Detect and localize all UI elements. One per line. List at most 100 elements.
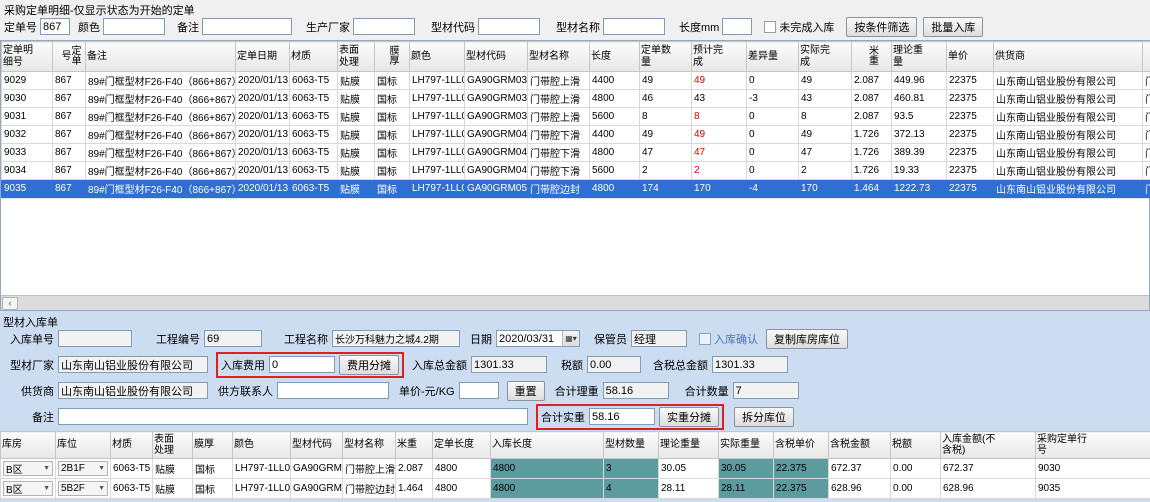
order-row[interactable]: 902986789#门框型材F26-F40（866+867）2020/01/13… (2, 72, 1150, 90)
col-header-1[interactable]: 库位 (56, 432, 111, 459)
inbound-row[interactable]: B区▼2B1F▼6063-T5贴膜国标LH797-1LL0GA90GRM03门带… (1, 459, 1150, 479)
inbound-cell[interactable]: 28.11 (719, 479, 774, 499)
length-filter-input[interactable] (722, 18, 752, 35)
col-header-14[interactable]: 实际完 成 (799, 42, 852, 72)
supplier-contact-input[interactable] (277, 382, 389, 399)
col-header-18[interactable]: 供货商 (994, 42, 1143, 72)
order-row[interactable]: 903586789#门框型材F26-F40（866+867）2020/01/13… (2, 180, 1150, 198)
order-row[interactable]: 903386789#门框型材F26-F40（866+867）2020/01/13… (2, 144, 1150, 162)
profile-name-filter-input[interactable] (603, 18, 665, 35)
col-header-11[interactable]: 型材数量 (604, 432, 659, 459)
col-header-18[interactable]: 采购定单行 号 (1036, 432, 1150, 459)
order-row[interactable]: 903086789#门框型材F26-F40（866+867）2020/01/13… (2, 90, 1150, 108)
inbound-confirm-checkbox[interactable] (699, 333, 711, 345)
col-header-10[interactable]: 入库长度 (491, 432, 604, 459)
total-with-tax-input[interactable] (712, 356, 788, 373)
order-row[interactable]: 903186789#门框型材F26-F40（866+867）2020/01/13… (2, 108, 1150, 126)
calendar-dropdown-icon[interactable]: ▦▾ (562, 331, 579, 346)
inbound-cell[interactable]: 4800 (491, 459, 604, 479)
total-theory-weight-input[interactable] (603, 382, 669, 399)
col-header-9[interactable]: 定单长度 (433, 432, 491, 459)
col-header-11[interactable]: 定单数 量 (640, 42, 692, 72)
date-picker[interactable]: ▦▾ (496, 330, 580, 347)
col-header-14[interactable]: 含税单价 (774, 432, 829, 459)
inbound-fee-input[interactable] (269, 356, 335, 373)
col-header-12[interactable]: 预计完 成 (692, 42, 747, 72)
col-header-2[interactable]: 备注 (86, 42, 236, 72)
col-header-6[interactable]: 膜厚 (375, 42, 410, 72)
profile-code-filter-input[interactable] (478, 18, 540, 35)
total-amount-input[interactable] (471, 356, 547, 373)
col-header-16[interactable]: 税额 (891, 432, 941, 459)
col-header-13[interactable]: 实际重量 (719, 432, 774, 459)
col-header-17[interactable]: 单价 (947, 42, 994, 72)
inbound-cell[interactable]: 3 (604, 459, 659, 479)
col-header-5[interactable]: 颜色 (233, 432, 291, 459)
inbound-cell[interactable]: 22.375 (774, 459, 829, 479)
keeper-input[interactable] (631, 330, 687, 347)
material-factory-input[interactable] (58, 356, 208, 373)
project-name-input[interactable] (332, 330, 460, 347)
col-header-10[interactable]: 长度 (590, 42, 640, 72)
col-header-0[interactable]: 定单明 细号 (2, 42, 53, 72)
order-detail-grid-container: 定单明 细号定单号备注定单日期材质表面 处理膜厚颜色型材代码型材名称长度定单数 … (0, 40, 1150, 311)
col-header-15[interactable]: 米重 (852, 42, 892, 72)
fee-allocate-button[interactable]: 费用分摊 (339, 355, 399, 375)
col-header-4[interactable]: 膜厚 (193, 432, 233, 459)
horizontal-scrollbar[interactable]: ‹ (1, 295, 1149, 310)
total-qty-input[interactable] (733, 382, 799, 399)
col-header-13[interactable]: 差异量 (747, 42, 799, 72)
col-header-16[interactable]: 理论重 量 (892, 42, 947, 72)
col-header-7[interactable]: 型材名称 (343, 432, 396, 459)
order-cell: 门带腔上滑 (528, 72, 590, 90)
inbound-row[interactable]: B区▼5B2F▼6063-T5贴膜国标LH797-1LL0GA90GRM05门带… (1, 479, 1150, 499)
remark-input[interactable] (58, 408, 528, 425)
col-header-3[interactable]: 定单日期 (236, 42, 290, 72)
warehouse-select[interactable]: B区▼ (3, 481, 53, 496)
inbound-no-input[interactable] (58, 330, 132, 347)
unfinished-checkbox[interactable] (764, 21, 776, 33)
location-select[interactable]: 2B1F▼ (58, 461, 108, 476)
combo-value: B区 (6, 481, 23, 496)
unit-price-input[interactable] (459, 382, 499, 399)
col-header-12[interactable]: 理论重量 (659, 432, 719, 459)
col-header-0[interactable]: 库房 (1, 432, 56, 459)
col-header-8[interactable]: 米重 (396, 432, 433, 459)
col-header-3[interactable]: 表面 处理 (153, 432, 193, 459)
reset-button[interactable]: 重置 (507, 381, 545, 401)
inbound-cell[interactable]: 22.375 (774, 479, 829, 499)
tax-input[interactable] (587, 356, 641, 373)
order-cell: 6063-T5 (290, 90, 338, 108)
col-header-2[interactable]: 材质 (111, 432, 153, 459)
order-row[interactable]: 903486789#门框型材F26-F40（866+867）2020/01/13… (2, 162, 1150, 180)
supplier-input[interactable] (58, 382, 208, 399)
total-actual-weight-input[interactable] (589, 408, 655, 425)
col-header-9[interactable]: 型材名称 (528, 42, 590, 72)
filter-by-condition-button[interactable]: 按条件筛选 (846, 17, 917, 37)
clipped-column-fragment: 门 (1143, 180, 1150, 198)
color-filter-input[interactable] (103, 18, 165, 35)
col-header-7[interactable]: 颜色 (410, 42, 465, 72)
col-header-6[interactable]: 型材代码 (291, 432, 343, 459)
remark-filter-input[interactable] (202, 18, 292, 35)
scroll-left-icon[interactable]: ‹ (2, 297, 18, 310)
inbound-cell[interactable]: 4800 (491, 479, 604, 499)
project-no-input[interactable] (204, 330, 262, 347)
order-row[interactable]: 903286789#门框型材F26-F40（866+867）2020/01/13… (2, 126, 1150, 144)
col-header-8[interactable]: 型材代码 (465, 42, 528, 72)
order-no-input[interactable] (40, 18, 70, 35)
copy-warehouse-button[interactable]: 复制库房库位 (766, 329, 848, 349)
col-header-4[interactable]: 材质 (290, 42, 338, 72)
inbound-cell[interactable]: 30.05 (719, 459, 774, 479)
batch-inbound-button[interactable]: 批量入库 (923, 17, 983, 37)
manufacturer-filter-input[interactable] (353, 18, 415, 35)
inbound-cell[interactable]: 4 (604, 479, 659, 499)
col-header-1[interactable]: 定单号 (53, 42, 86, 72)
split-location-button[interactable]: 拆分库位 (734, 407, 794, 427)
col-header-5[interactable]: 表面 处理 (338, 42, 375, 72)
col-header-17[interactable]: 入库金额(不 含税) (941, 432, 1036, 459)
location-select[interactable]: 5B2F▼ (58, 481, 108, 496)
warehouse-select[interactable]: B区▼ (3, 461, 53, 476)
col-header-15[interactable]: 含税金额 (829, 432, 891, 459)
actual-weight-allocate-button[interactable]: 实重分摊 (659, 407, 719, 427)
